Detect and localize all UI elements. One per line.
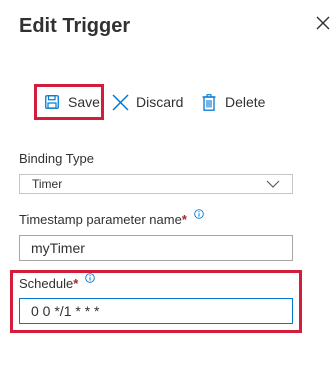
save-icon xyxy=(43,93,61,111)
save-button-label: Save xyxy=(68,94,100,110)
timestamp-param-label: Timestamp parameter name* xyxy=(19,209,204,229)
panel-title: Edit Trigger xyxy=(19,15,131,37)
required-mark: * xyxy=(73,276,79,291)
schedule-label-text: Schedule xyxy=(19,276,74,291)
binding-type-dropdown[interactable]: Timer xyxy=(19,174,293,194)
command-bar: Save Discard Delete xyxy=(0,84,336,120)
info-icon[interactable] xyxy=(193,209,204,219)
schedule-label: Schedule* xyxy=(19,273,95,293)
binding-type-label: Binding Type xyxy=(19,150,94,168)
delete-button-label: Delete xyxy=(225,94,266,110)
close-panel-button[interactable] xyxy=(314,13,332,33)
close-icon xyxy=(111,93,129,111)
chevron-down-icon xyxy=(266,180,280,188)
timestamp-param-label-text: Timestamp parameter name xyxy=(19,212,182,227)
discard-button-label: Discard xyxy=(136,94,184,110)
binding-type-value: Timer xyxy=(32,177,63,191)
schedule-input[interactable] xyxy=(19,298,293,324)
close-icon xyxy=(316,16,330,30)
delete-button[interactable]: Delete xyxy=(200,84,265,120)
save-button[interactable]: Save xyxy=(34,84,104,120)
discard-button[interactable]: Discard xyxy=(111,84,183,120)
binding-type-label-text: Binding Type xyxy=(19,151,94,166)
info-icon[interactable] xyxy=(85,273,95,283)
trash-icon xyxy=(200,93,218,111)
timestamp-param-input[interactable] xyxy=(19,235,293,261)
required-mark: * xyxy=(181,212,187,227)
